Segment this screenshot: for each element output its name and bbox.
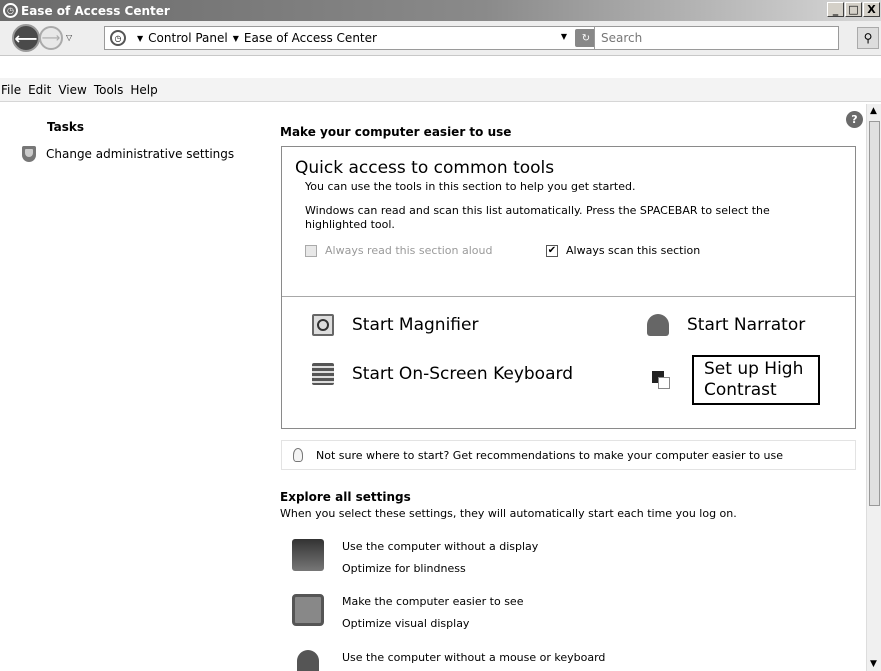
display-icon [292,539,324,571]
setup-high-contrast-link[interactable]: Set up High Contrast [652,355,820,405]
quick-access-subtitle: You can use the tools in this section to… [305,180,636,193]
shield-icon [22,146,36,162]
window-title: Ease of Access Center [21,3,170,18]
lightbulb-icon [293,448,303,462]
quick-access-panel: Quick access to common tools You can use… [281,146,856,429]
tasks-heading: Tasks [47,120,85,134]
high-contrast-icon [652,369,674,391]
scroll-thumb[interactable] [869,121,880,506]
scroll-down-arrow-icon[interactable]: ▼ [870,659,877,669]
scan-section-label: Always scan this section [566,244,701,257]
menu-edit[interactable]: Edit [28,83,58,97]
menu-view[interactable]: View [58,83,93,97]
back-button[interactable]: ⟵ [12,24,40,52]
quick-access-title: Quick access to common tools [295,158,555,178]
keyboard-label: Start On-Screen Keyboard [352,364,573,384]
window-controls: _ □ X [827,2,881,17]
help-icon[interactable]: ? [846,111,863,128]
keyboard-icon [312,363,334,385]
scroll-up-arrow-icon[interactable]: ▲ [870,106,877,116]
close-button[interactable]: X [863,2,880,17]
quick-access-description: Windows can read and scan this list auto… [305,204,770,231]
setting-desc: Optimize for blindness [342,562,466,575]
scan-section-checkbox[interactable]: ✔ Always scan this section [546,244,700,257]
start-magnifier-link[interactable]: Start Magnifier [312,314,478,336]
narrator-icon [647,314,669,336]
setting-easier-to-see[interactable]: Make the computer easier to see Optimize… [292,591,523,635]
explore-heading: Explore all settings [280,490,411,504]
chevron-right-icon[interactable]: ▼ [137,34,143,43]
minimize-button[interactable]: _ [827,2,844,17]
maximize-button[interactable]: □ [845,2,862,17]
setting-desc: Optimize visual display [342,617,470,630]
page-heading: Make your computer easier to use [280,125,512,139]
setting-title: Make the computer easier to see [342,595,524,608]
menu-file[interactable]: File [0,83,28,97]
checkbox-box [305,244,317,257]
start-on-screen-keyboard-link[interactable]: Start On-Screen Keyboard [312,363,573,385]
vertical-scrollbar[interactable]: ▲ ▼ [866,104,881,671]
read-aloud-checkbox[interactable]: Always read this section aloud [305,244,493,257]
divider [282,296,855,297]
forward-button[interactable]: ⟶ [39,26,63,50]
recommendations-label: Not sure where to start? Get recommendat… [316,448,784,462]
read-aloud-label: Always read this section aloud [325,244,493,257]
address-dropdown[interactable]: ▼ [561,32,567,41]
menu-help[interactable]: Help [130,83,164,97]
start-narrator-link[interactable]: Start Narrator [647,314,805,336]
chevron-right-icon[interactable]: ▼ [233,34,239,43]
person-icon [297,650,319,671]
magnifier-icon [312,314,334,336]
setting-without-display[interactable]: Use the computer without a display Optim… [292,536,538,580]
address-toolbar: ⟵ ⟶ ▽ ◷ ▼ Control Panel ▼ Ease of Access… [0,21,881,56]
control-panel-icon: ◷ [110,30,126,46]
address-bar[interactable]: ◷ ▼ Control Panel ▼ Ease of Access Cente… [104,26,602,50]
search-input[interactable]: Search [594,26,839,50]
setting-title: Use the computer without a display [342,540,539,553]
recommendations-link[interactable]: Not sure where to start? Get recommendat… [281,440,856,470]
magnified-screen-icon [292,594,324,626]
search-icon[interactable]: ⚲ [857,27,879,49]
high-contrast-label: Set up High Contrast [692,355,820,405]
setting-title: Use the computer without a mouse or keyb… [342,651,606,664]
task-link-label: Change administrative settings [46,147,235,161]
magnifier-label: Start Magnifier [352,315,479,335]
menu-tools[interactable]: Tools [94,83,131,97]
setting-without-mouse-keyboard[interactable]: Use the computer without a mouse or keyb… [292,647,605,671]
recent-pages-dropdown[interactable]: ▽ [66,33,72,42]
explore-subtitle: When you select these settings, they wil… [280,507,737,520]
breadcrumb-ease-of-access[interactable]: Ease of Access Center [244,31,377,45]
change-admin-settings-link[interactable]: Change administrative settings [22,146,234,162]
breadcrumb-control-panel[interactable]: Control Panel [148,31,228,45]
ease-of-access-icon: ◷ [3,3,18,18]
checkmark-icon: ✔ [546,244,558,257]
menu-bar: File Edit View Tools Help [0,78,881,102]
title-bar[interactable]: ◷ Ease of Access Center _ □ X [0,0,881,21]
narrator-label: Start Narrator [687,315,806,335]
